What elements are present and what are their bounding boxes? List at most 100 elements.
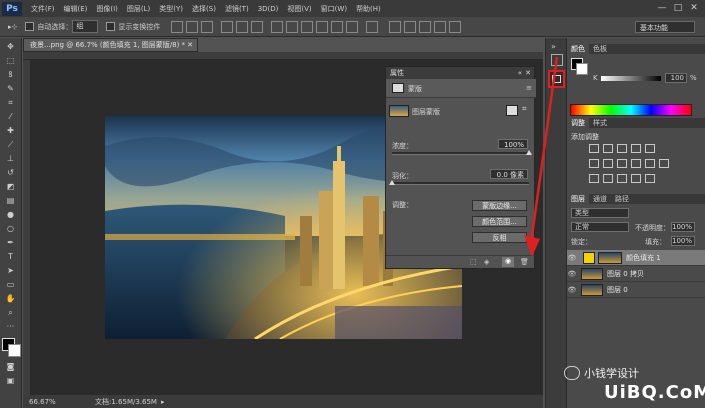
- workspace-dropdown[interactable]: 基本功能: [635, 21, 695, 33]
- properties-panel-header[interactable]: 属性 « ✕: [386, 67, 534, 79]
- 3d-rotate-icon[interactable]: [389, 20, 402, 33]
- tab-styles[interactable]: 样式: [589, 118, 611, 128]
- more-tools-icon[interactable]: ···: [4, 322, 18, 332]
- black-white-icon[interactable]: [617, 159, 627, 168]
- lasso-tool-icon[interactable]: ꝸ: [4, 70, 18, 80]
- feather-slider-thumb[interactable]: [389, 180, 395, 185]
- tab-paths[interactable]: 路径: [611, 194, 633, 204]
- align-vcenter-icon[interactable]: [186, 20, 199, 33]
- history-brush-tool-icon[interactable]: ↺: [4, 168, 18, 178]
- background-color-swatch[interactable]: [7, 344, 21, 357]
- align-left-icon[interactable]: [221, 20, 234, 33]
- layer-row-base[interactable]: 👁 图层 0: [567, 282, 705, 298]
- marquee-tool-icon[interactable]: ⬚: [4, 56, 18, 66]
- invert-button[interactable]: 反相: [472, 232, 527, 243]
- shape-tool-icon[interactable]: ▭: [4, 280, 18, 290]
- fill-input[interactable]: 100%: [671, 236, 695, 246]
- tab-channels[interactable]: 通道: [589, 194, 611, 204]
- mask-edge-button[interactable]: 蒙版边缘...: [472, 200, 527, 211]
- layer-mask-thumbnail[interactable]: [598, 251, 622, 264]
- gradient-tool-icon[interactable]: ▤: [4, 196, 18, 206]
- show-transform-checkbox[interactable]: [106, 22, 116, 31]
- load-selection-icon[interactable]: ⬚: [470, 258, 477, 266]
- threshold-icon[interactable]: [617, 174, 627, 183]
- move-tool-icon[interactable]: ✥: [4, 42, 18, 52]
- color-lookup-icon[interactable]: [659, 159, 669, 168]
- close-window-button[interactable]: ✕: [687, 2, 701, 14]
- zoom-level[interactable]: 66.67%: [29, 398, 65, 406]
- menu-help[interactable]: 帮助(H): [356, 4, 381, 14]
- menu-image[interactable]: 图像(I): [96, 4, 118, 14]
- zoom-tool-icon[interactable]: ⌕: [4, 308, 18, 318]
- align-bottom-icon[interactable]: [201, 20, 214, 33]
- menu-3d[interactable]: 3D(D): [258, 5, 279, 13]
- document-size[interactable]: 文档:1.65M/3.65M: [95, 397, 157, 407]
- path-select-tool-icon[interactable]: ➤: [4, 266, 18, 276]
- align-right-icon[interactable]: [251, 20, 264, 33]
- color-spectrum-bar[interactable]: [570, 104, 692, 116]
- hand-tool-icon[interactable]: ✋: [4, 294, 18, 304]
- tab-color[interactable]: 颜色: [567, 44, 589, 54]
- pen-tool-icon[interactable]: ✒: [4, 238, 18, 248]
- ruler-vertical[interactable]: [23, 60, 31, 395]
- levels-icon[interactable]: [603, 144, 613, 153]
- tab-swatches[interactable]: 色板: [589, 44, 611, 54]
- menu-edit[interactable]: 编辑(E): [64, 4, 88, 14]
- document-close-icon[interactable]: ✕: [187, 39, 193, 51]
- color-range-button[interactable]: 颜色范围...: [472, 216, 527, 227]
- feather-slider-track[interactable]: [392, 182, 529, 185]
- quick-select-tool-icon[interactable]: ✎: [4, 84, 18, 94]
- distribute-bottom-icon[interactable]: [301, 20, 314, 33]
- align-top-icon[interactable]: [171, 20, 184, 33]
- invert-adjust-icon[interactable]: [589, 174, 599, 183]
- photo-filter-icon[interactable]: [631, 159, 641, 168]
- menu-select[interactable]: 选择(S): [192, 4, 216, 14]
- color-panel-background[interactable]: [576, 63, 588, 75]
- distribute-left-icon[interactable]: [316, 20, 329, 33]
- brush-tool-icon[interactable]: ⟋: [4, 140, 18, 150]
- auto-select-dropdown[interactable]: 组: [72, 20, 99, 33]
- selective-color-icon[interactable]: [645, 174, 655, 183]
- eraser-tool-icon[interactable]: ◩: [4, 182, 18, 192]
- 3d-slide-icon[interactable]: [434, 20, 447, 33]
- exposure-icon[interactable]: [631, 144, 641, 153]
- tab-adjustments[interactable]: 调整: [567, 118, 589, 128]
- status-menu-arrow-icon[interactable]: ▸: [161, 398, 165, 406]
- menu-window[interactable]: 窗口(W): [321, 4, 347, 14]
- layer-row-color-fill[interactable]: 👁 颜色填充 1: [567, 250, 705, 266]
- hue-saturation-icon[interactable]: [589, 159, 599, 168]
- opacity-input[interactable]: 100%: [671, 222, 695, 232]
- visibility-eye-icon[interactable]: 👁: [567, 270, 577, 278]
- healing-brush-tool-icon[interactable]: ✚: [4, 126, 18, 136]
- pixel-mask-icon[interactable]: [506, 105, 518, 116]
- menu-filter[interactable]: 滤镜(T): [225, 4, 249, 14]
- menu-view[interactable]: 视图(V): [287, 4, 311, 14]
- apply-mask-icon[interactable]: ◈: [484, 258, 489, 266]
- clone-stamp-tool-icon[interactable]: ⊥: [4, 154, 18, 164]
- posterize-icon[interactable]: [603, 174, 613, 183]
- layer-filter-dropdown[interactable]: 类型: [571, 208, 629, 218]
- auto-align-icon[interactable]: [366, 20, 379, 33]
- dodge-tool-icon[interactable]: ○: [4, 224, 18, 234]
- distribute-hcenter-icon[interactable]: [331, 20, 344, 33]
- type-tool-icon[interactable]: T: [4, 252, 18, 262]
- crop-tool-icon[interactable]: ⌗: [4, 98, 18, 108]
- ruler-horizontal[interactable]: [23, 52, 543, 60]
- menu-type[interactable]: 类型(Y): [159, 4, 183, 14]
- 3d-scale-icon[interactable]: [449, 20, 462, 33]
- visibility-eye-icon[interactable]: 👁: [567, 254, 577, 262]
- document-tab[interactable]: 夜景...png @ 66.7% (颜色填充 1, 图层蒙版/8) * ✕: [23, 38, 198, 52]
- eyedropper-tool-icon[interactable]: ⁄: [4, 112, 18, 122]
- 3d-drag-icon[interactable]: [419, 20, 432, 33]
- gradient-map-icon[interactable]: [631, 174, 641, 183]
- visibility-eye-icon[interactable]: 👁: [567, 286, 577, 294]
- menu-file[interactable]: 文件(F): [31, 4, 55, 14]
- auto-select-checkbox[interactable]: [25, 22, 35, 31]
- brightness-contrast-icon[interactable]: [589, 144, 599, 153]
- tab-layers[interactable]: 图层: [567, 194, 589, 204]
- distribute-top-icon[interactable]: [271, 20, 284, 33]
- maximize-button[interactable]: □: [671, 2, 685, 14]
- k-channel-input[interactable]: 100: [665, 73, 687, 83]
- menu-layer[interactable]: 图层(L): [127, 4, 150, 14]
- layer-row-copy[interactable]: 👁 图层 0 拷贝: [567, 266, 705, 282]
